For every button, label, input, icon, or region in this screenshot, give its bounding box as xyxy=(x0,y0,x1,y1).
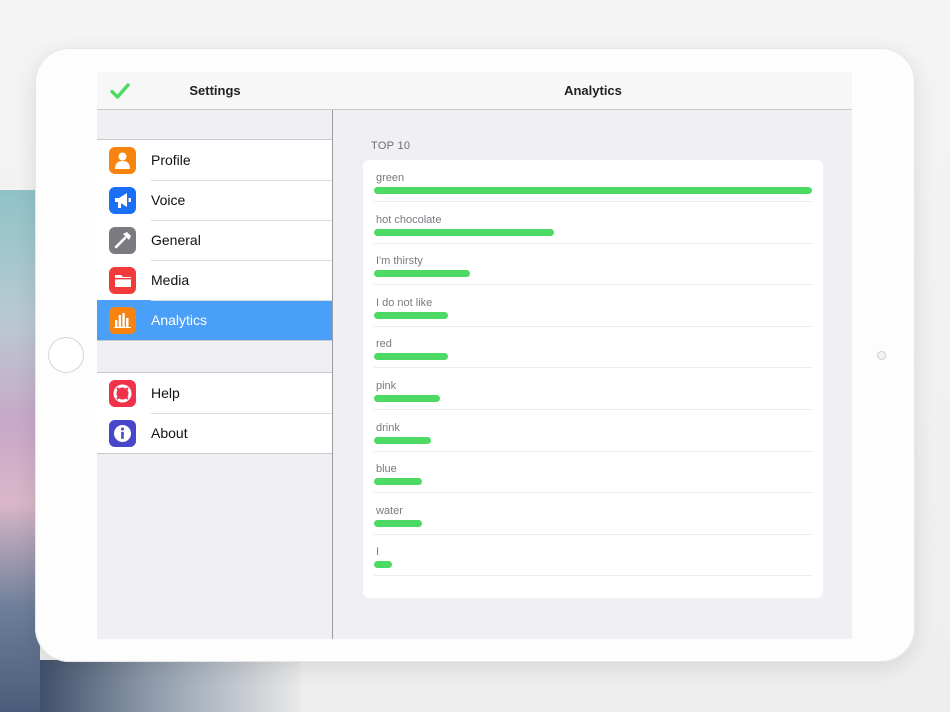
background-photo xyxy=(0,190,40,712)
sidebar-item-label: Voice xyxy=(151,192,186,208)
sidebar-item-about[interactable]: About xyxy=(97,413,332,453)
chart-category-label: I'm thirsty xyxy=(376,255,423,268)
chart-row: blue xyxy=(374,451,812,494)
home-button[interactable] xyxy=(48,337,84,373)
chart-row: green xyxy=(374,160,812,202)
chart-category-label: pink xyxy=(376,380,397,392)
sidebar-item-profile[interactable]: Profile xyxy=(97,140,332,180)
background-photo-bottom xyxy=(40,660,300,712)
chart-category-label: blue xyxy=(376,463,397,476)
sidebar-item-label: General xyxy=(151,232,201,248)
chart-row: pink xyxy=(374,368,812,410)
chart-category-label: green xyxy=(376,172,405,184)
chart-bar xyxy=(374,395,440,402)
analytics-title: Analytics xyxy=(564,83,622,98)
chart-bar xyxy=(374,270,471,278)
chart-row: red xyxy=(374,326,812,369)
top10-chart: green hot chocolate I'm thirsty I do not li… xyxy=(363,160,823,598)
bar-chart-icon xyxy=(109,306,136,334)
hammer-icon xyxy=(109,226,136,254)
sidebar-group-main: Profile Voice General Media Analytics xyxy=(97,139,332,341)
section-header: TOP 10 xyxy=(371,140,411,152)
chart-row: water xyxy=(374,493,812,535)
sidebar-item-analytics[interactable]: Analytics xyxy=(97,300,332,340)
chart-row: drink xyxy=(374,410,812,452)
person-icon xyxy=(109,146,136,174)
settings-title: Settings xyxy=(189,83,241,98)
chart-bar xyxy=(374,561,392,569)
chart-category-label: drink xyxy=(376,421,400,434)
chart-bar xyxy=(374,187,812,194)
settings-sidebar: Profile Voice General Media Analytics He… xyxy=(97,110,333,639)
chart-row: hot chocolate xyxy=(374,202,812,244)
chart-bar xyxy=(374,519,423,527)
sidebar-item-label: Help xyxy=(151,385,180,401)
sidebar-item-label: Analytics xyxy=(151,312,208,328)
sidebar-group-support: Help About xyxy=(97,372,332,454)
sidebar-item-help[interactable]: Help xyxy=(97,373,332,413)
megaphone-icon xyxy=(109,186,136,214)
chart-category-label: hot chocolate xyxy=(376,213,442,226)
sidebar-item-voice[interactable]: Voice xyxy=(97,180,332,220)
chart-bar xyxy=(374,436,431,444)
folder-icon xyxy=(109,266,136,294)
chart-bar xyxy=(374,311,449,319)
chart-bar xyxy=(374,228,554,236)
chart-bar xyxy=(374,353,449,361)
lifebuoy-icon xyxy=(109,379,136,407)
chart-category-label: I xyxy=(376,546,380,559)
chart-category-label: I do not like xyxy=(376,296,433,309)
app-screen: Settings Analytics Profile Voice General… xyxy=(97,72,852,639)
settings-nav: Settings xyxy=(97,72,333,109)
info-icon xyxy=(109,419,136,447)
navigation-bar: Settings Analytics xyxy=(97,72,852,110)
chart-row: I'm thirsty xyxy=(374,243,812,286)
checkmark-icon[interactable] xyxy=(110,82,130,100)
chart-category-label: water xyxy=(376,504,403,517)
sidebar-item-label: About xyxy=(151,425,188,441)
sidebar-item-media[interactable]: Media xyxy=(97,260,332,300)
sidebar-item-label: Profile xyxy=(151,152,191,168)
sidebar-item-general[interactable]: General xyxy=(97,220,332,260)
chart-row: I do not like xyxy=(374,285,812,327)
camera-dot xyxy=(877,351,886,360)
analytics-panel: TOP 10 green hot chocolate I'm thirsty I do… xyxy=(334,110,852,639)
chart-category-label: red xyxy=(376,338,392,351)
sidebar-item-label: Media xyxy=(151,272,190,288)
chart-bar xyxy=(374,478,423,486)
chart-row: I xyxy=(374,534,812,577)
